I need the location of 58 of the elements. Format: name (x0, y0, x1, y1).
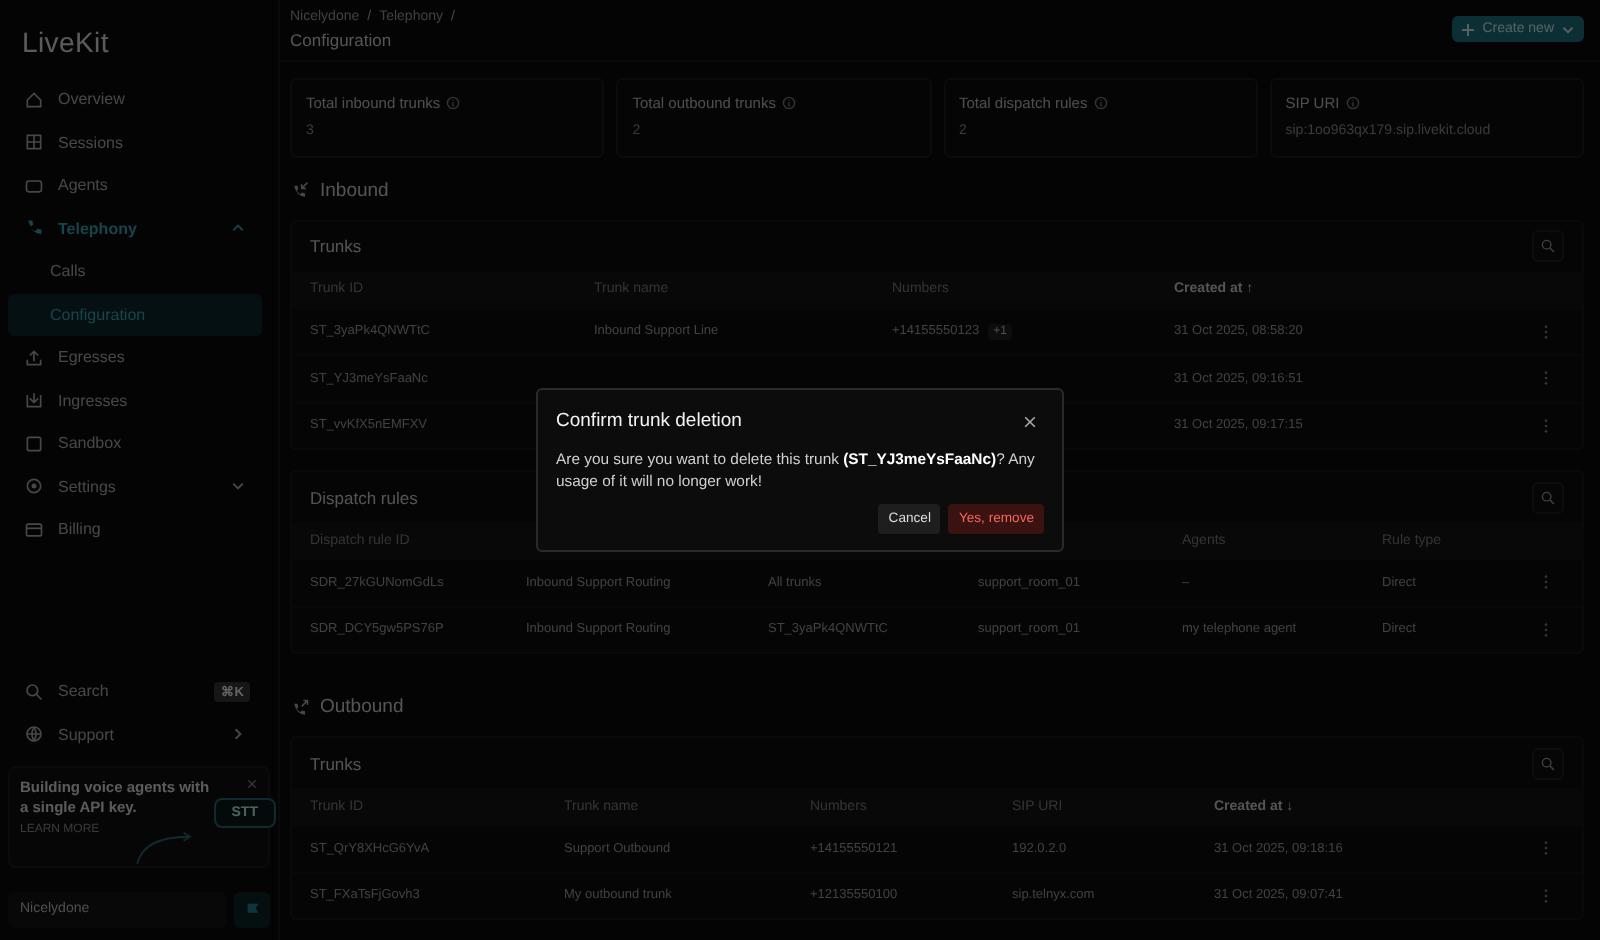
nav-item[interactable]: Sandbox (16, 422, 262, 465)
nav-label: Sandbox (58, 434, 124, 453)
nav-label: Agents (58, 176, 110, 195)
nav-item[interactable]: Ingresses (16, 379, 262, 422)
nav-label: Settings (58, 477, 118, 496)
nav-label: Support (58, 725, 117, 744)
card-icon (24, 519, 44, 540)
close-icon[interactable] (1022, 413, 1038, 429)
nav-item[interactable]: Egresses (16, 336, 262, 379)
nav-item[interactable]: Overview (16, 78, 262, 121)
support-item[interactable]: Support (16, 713, 262, 756)
search-button[interactable] (1532, 747, 1564, 779)
info-icon (781, 95, 796, 109)
search-button[interactable] (1532, 481, 1564, 513)
plus-icon (1462, 23, 1475, 35)
table-title: Trunks (310, 236, 362, 256)
nav-label: Search (58, 682, 111, 701)
search-button[interactable] (1532, 230, 1564, 262)
nav-label: Sessions (58, 133, 125, 152)
nav-item[interactable]: Settings (16, 465, 262, 508)
phone-arrow-icon (290, 180, 310, 200)
grid-icon (24, 132, 44, 153)
flag-button[interactable] (234, 892, 270, 928)
globe-icon (24, 724, 44, 745)
info-icon (1093, 95, 1108, 109)
phone-arrow-icon (290, 697, 310, 717)
section-title: Outbound (320, 696, 404, 718)
page-title: Configuration (290, 30, 394, 50)
phone-icon (24, 218, 44, 239)
download-icon (24, 390, 44, 411)
nav-item[interactable]: Telephony (16, 207, 262, 250)
search-icon (1540, 489, 1556, 505)
chevron-icon (230, 726, 246, 743)
dialog-title: Confirm trunk deletion (556, 410, 742, 432)
nav-label: Overview (58, 90, 127, 109)
nav-label: Ingresses (58, 391, 130, 410)
search-icon (24, 681, 44, 702)
caret-icon (1562, 23, 1574, 35)
nav-subitem[interactable]: Calls (8, 250, 262, 293)
nav-item[interactable]: Sessions (16, 121, 262, 164)
info-icon (1345, 95, 1360, 109)
nav-item[interactable]: Billing (16, 508, 262, 551)
logo: LiveKit (20, 24, 111, 62)
nav-item[interactable]: Agents (16, 164, 262, 207)
nav-label: Billing (58, 520, 103, 539)
search-icon (1540, 755, 1556, 771)
section-title: Inbound (320, 179, 389, 201)
search-icon (1540, 238, 1556, 254)
gear-icon (24, 476, 44, 497)
upload-icon (24, 347, 44, 368)
flag-icon (243, 901, 261, 919)
nav-label: Telephony (58, 219, 139, 238)
table-title: Trunks (310, 753, 362, 773)
nav-label: Egresses (58, 348, 127, 367)
table-title: Dispatch rules (310, 487, 418, 507)
info-icon (446, 95, 461, 109)
home-icon (24, 89, 44, 110)
square-icon (24, 433, 44, 454)
